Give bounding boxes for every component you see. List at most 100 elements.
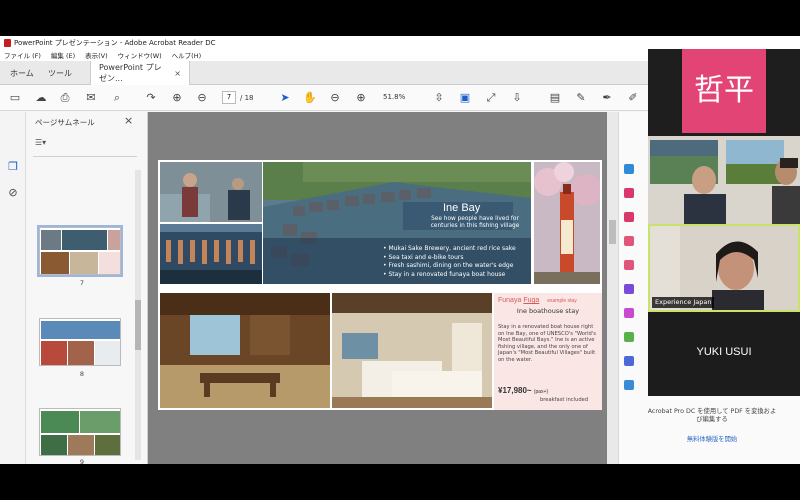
thumbnail-image bbox=[40, 319, 120, 365]
menu-window[interactable]: ウィンドウ(W) bbox=[118, 50, 162, 60]
thumbnail-page-8-number: 8 bbox=[79, 370, 85, 378]
combine-files-icon[interactable] bbox=[624, 260, 634, 270]
thumbnail-image bbox=[40, 228, 120, 274]
tab-document-label: PowerPoint プレゼン... bbox=[99, 63, 162, 83]
tab-home-label: ホーム bbox=[10, 68, 34, 78]
fit-page-icon[interactable]: ⇳ bbox=[432, 91, 446, 105]
sake-bottle-photo bbox=[534, 162, 600, 284]
stay-price: ¥17,980~ (pax+) bbox=[498, 386, 548, 395]
video-tile-name-only[interactable]: 哲平 bbox=[648, 49, 800, 136]
select-cursor-icon[interactable]: ➤ bbox=[278, 91, 292, 105]
price-tax-note: (pax+) bbox=[533, 389, 549, 395]
protect-icon[interactable] bbox=[624, 356, 634, 366]
title-bar: PowerPoint プレゼンテーション - Adobe Acrobat Rea… bbox=[0, 36, 800, 49]
mail-icon[interactable]: ✉ bbox=[84, 91, 98, 105]
edit-pdf-icon[interactable] bbox=[624, 212, 634, 222]
video-tile-presenter[interactable] bbox=[648, 136, 800, 224]
thumbnail-page-8[interactable] bbox=[39, 318, 121, 366]
window-title: PowerPoint プレゼンテーション - Adobe Acrobat Rea… bbox=[14, 38, 216, 47]
menu-view[interactable]: 表示(V) bbox=[85, 50, 108, 60]
highlight-item: Sea taxi and e-bike tours bbox=[383, 254, 516, 263]
sake-bottle-image bbox=[534, 162, 600, 284]
thumbnail-image bbox=[40, 409, 120, 455]
thumbnail-scrollbar[interactable] bbox=[135, 170, 141, 460]
video-tile-active-speaker[interactable]: Experience Japan bbox=[648, 224, 800, 312]
search-icon[interactable]: ⌕ bbox=[110, 91, 124, 105]
page-thumbnails-icon[interactable]: ❐ bbox=[6, 160, 20, 174]
participant-name-avatar: 哲平 bbox=[682, 49, 766, 133]
menu-help[interactable]: ヘルプ(H) bbox=[172, 50, 201, 60]
tab-document[interactable]: PowerPoint プレゼン... × bbox=[90, 61, 190, 85]
attachments-icon[interactable]: ⊘ bbox=[6, 186, 20, 200]
comment-tool-icon[interactable] bbox=[624, 236, 634, 246]
document-scrollbar-thumb[interactable] bbox=[609, 220, 616, 244]
fishing-photos bbox=[160, 162, 262, 284]
presenter-video bbox=[648, 136, 800, 224]
navigation-pane-icons: ❐ ⊘ bbox=[0, 112, 26, 464]
example-stay-tag: example stay bbox=[547, 298, 577, 304]
comment-icon[interactable]: ▤ bbox=[548, 91, 562, 105]
thumbnail-divider bbox=[33, 156, 137, 157]
acrobat-pro-promo: Acrobat Pro DC を使用して PDF を変換および編集する bbox=[647, 408, 777, 423]
fishing-photo-image bbox=[160, 162, 262, 284]
zoom-out-icon[interactable]: ⊖ bbox=[328, 91, 342, 105]
page-number-input[interactable]: 7 bbox=[222, 91, 236, 104]
stay-description: Stay in a renovated boat house right on … bbox=[498, 324, 596, 363]
slide-page: Villages in Japan bbox=[158, 160, 602, 410]
tab-tools[interactable]: ツール bbox=[40, 61, 80, 85]
stay-subtitle: Ine boathouse stay bbox=[516, 307, 580, 315]
stamp-icon[interactable]: ✐ bbox=[626, 91, 640, 105]
more-tools-icon[interactable] bbox=[624, 380, 634, 390]
zoom-level[interactable]: 51.8% bbox=[383, 93, 405, 101]
menu-file[interactable]: ファイル (F) bbox=[4, 50, 41, 60]
fill-sign-icon[interactable] bbox=[624, 308, 634, 318]
bedroom-photo bbox=[332, 293, 492, 408]
acrobat-pdf-icon bbox=[4, 38, 11, 47]
thumbnail-page-9[interactable] bbox=[39, 408, 121, 456]
full-screen-icon[interactable]: ⤢ bbox=[484, 91, 498, 105]
hand-tool-icon[interactable]: ✋ bbox=[303, 91, 317, 105]
export-pdf-icon[interactable] bbox=[624, 164, 634, 174]
page-down-icon[interactable]: ⊖ bbox=[195, 91, 209, 105]
thumbnail-page-7[interactable] bbox=[37, 225, 123, 277]
highlight-item: Stay in a renovated funaya boat house bbox=[383, 271, 516, 280]
page-up-icon[interactable]: ⊕ bbox=[170, 91, 184, 105]
document-view[interactable]: Villages in Japan bbox=[148, 112, 618, 464]
thumbnail-page-9-number: 9 bbox=[79, 458, 85, 464]
scroll-mode-icon[interactable]: ▣ bbox=[458, 91, 472, 105]
save-icon[interactable]: ▭ bbox=[8, 91, 22, 105]
sign-icon[interactable]: ✒ bbox=[600, 91, 614, 105]
thumbnail-panel-title: ページサムネール bbox=[35, 118, 95, 127]
zoom-in-icon[interactable]: ⊕ bbox=[354, 91, 368, 105]
upload-cloud-icon[interactable]: ☁ bbox=[34, 91, 48, 105]
menu-edit[interactable]: 編集 (E) bbox=[51, 50, 75, 60]
send-for-signature-icon[interactable] bbox=[624, 332, 634, 342]
tatami-room-photo bbox=[160, 293, 330, 408]
bedroom-image bbox=[332, 293, 492, 408]
print-icon[interactable]: ⎙ bbox=[58, 91, 72, 105]
redo-icon[interactable]: ↷ bbox=[144, 91, 158, 105]
read-mode-icon[interactable]: ⇩ bbox=[510, 91, 524, 105]
tab-home[interactable]: ホーム bbox=[2, 61, 42, 85]
video-tile-camera-off[interactable]: YUKI USUI bbox=[648, 312, 800, 396]
desktop-screen: PowerPoint プレゼンテーション - Adobe Acrobat Rea… bbox=[0, 0, 800, 500]
free-trial-link[interactable]: 無料体験版を開始 bbox=[647, 434, 777, 443]
thumbnail-options-menu-icon[interactable]: ☰▾ bbox=[35, 138, 57, 150]
tatami-room-image bbox=[160, 293, 330, 408]
thumbnail-scrollbar-thumb[interactable] bbox=[135, 300, 141, 350]
highlight-pen-icon[interactable]: ✎ bbox=[574, 91, 588, 105]
thumbnail-panel-close-icon[interactable]: × bbox=[124, 114, 133, 127]
organize-pages-icon[interactable] bbox=[624, 284, 634, 294]
participant-name: YUKI USUI bbox=[696, 346, 752, 358]
thumbnail-page-7-number: 7 bbox=[79, 279, 85, 287]
create-pdf-icon[interactable] bbox=[624, 188, 634, 198]
stay-title-name: Fuga bbox=[523, 297, 540, 304]
highlight-item: Mukai Sake Brewery, ancient red rice sak… bbox=[383, 245, 515, 254]
stay-title-prefix: Funaya bbox=[498, 297, 522, 304]
page-total: / 18 bbox=[240, 94, 254, 102]
document-scrollbar[interactable] bbox=[607, 112, 618, 464]
tab-close-icon[interactable]: × bbox=[174, 69, 181, 78]
funaya-stay-card: Funaya Fuga example stay Ine boathouse s… bbox=[494, 293, 602, 410]
ine-bay-highlights: Mukai Sake Brewery, ancient red rice sak… bbox=[383, 245, 516, 280]
ine-bay-subtitle: See how people have lived for centuries … bbox=[430, 216, 520, 229]
